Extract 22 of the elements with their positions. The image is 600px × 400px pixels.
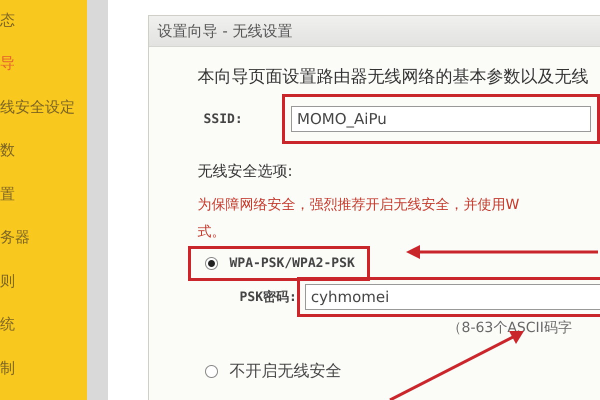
sidebar-item[interactable]: 则 bbox=[0, 270, 87, 314]
sidebar-item[interactable]: 线安全设定 bbox=[0, 96, 87, 140]
option-label: 不开启无线安全 bbox=[230, 361, 342, 382]
warning-text: 为保障网络安全，强烈推荐开启无线安全，并使用W bbox=[198, 196, 520, 215]
intro-text: 本向导页面设置路由器无线网络的基本参数以及无线 bbox=[198, 66, 590, 88]
panel-title: 设置向导 - 无线设置 bbox=[148, 16, 600, 47]
sidebar-item[interactable]: 统 bbox=[0, 313, 87, 356]
sidebar-item[interactable]: 数 bbox=[0, 139, 87, 183]
psk-label: PSK密码: bbox=[240, 288, 297, 306]
psk-input[interactable]: cyhmomei bbox=[304, 284, 600, 310]
section-heading: 无线安全选项: bbox=[198, 161, 294, 182]
ssid-label: SSID: bbox=[204, 112, 244, 126]
sidebar-item[interactable]: 置 bbox=[0, 182, 87, 226]
sidebar-item[interactable]: 导 bbox=[0, 52, 87, 96]
sidebar-item[interactable]: 态 bbox=[0, 9, 87, 52]
radio-button[interactable] bbox=[204, 257, 218, 270]
sidebar-item[interactable]: 制 bbox=[0, 356, 87, 400]
radio-button[interactable] bbox=[204, 365, 218, 378]
ssid-input[interactable]: MOMO_AiPu bbox=[291, 106, 592, 132]
option-label: WPA-PSK/WPA2-PSK bbox=[230, 256, 355, 271]
warning-text: 式。 bbox=[198, 223, 227, 242]
sidebar-item[interactable]: 务器 bbox=[0, 226, 87, 270]
